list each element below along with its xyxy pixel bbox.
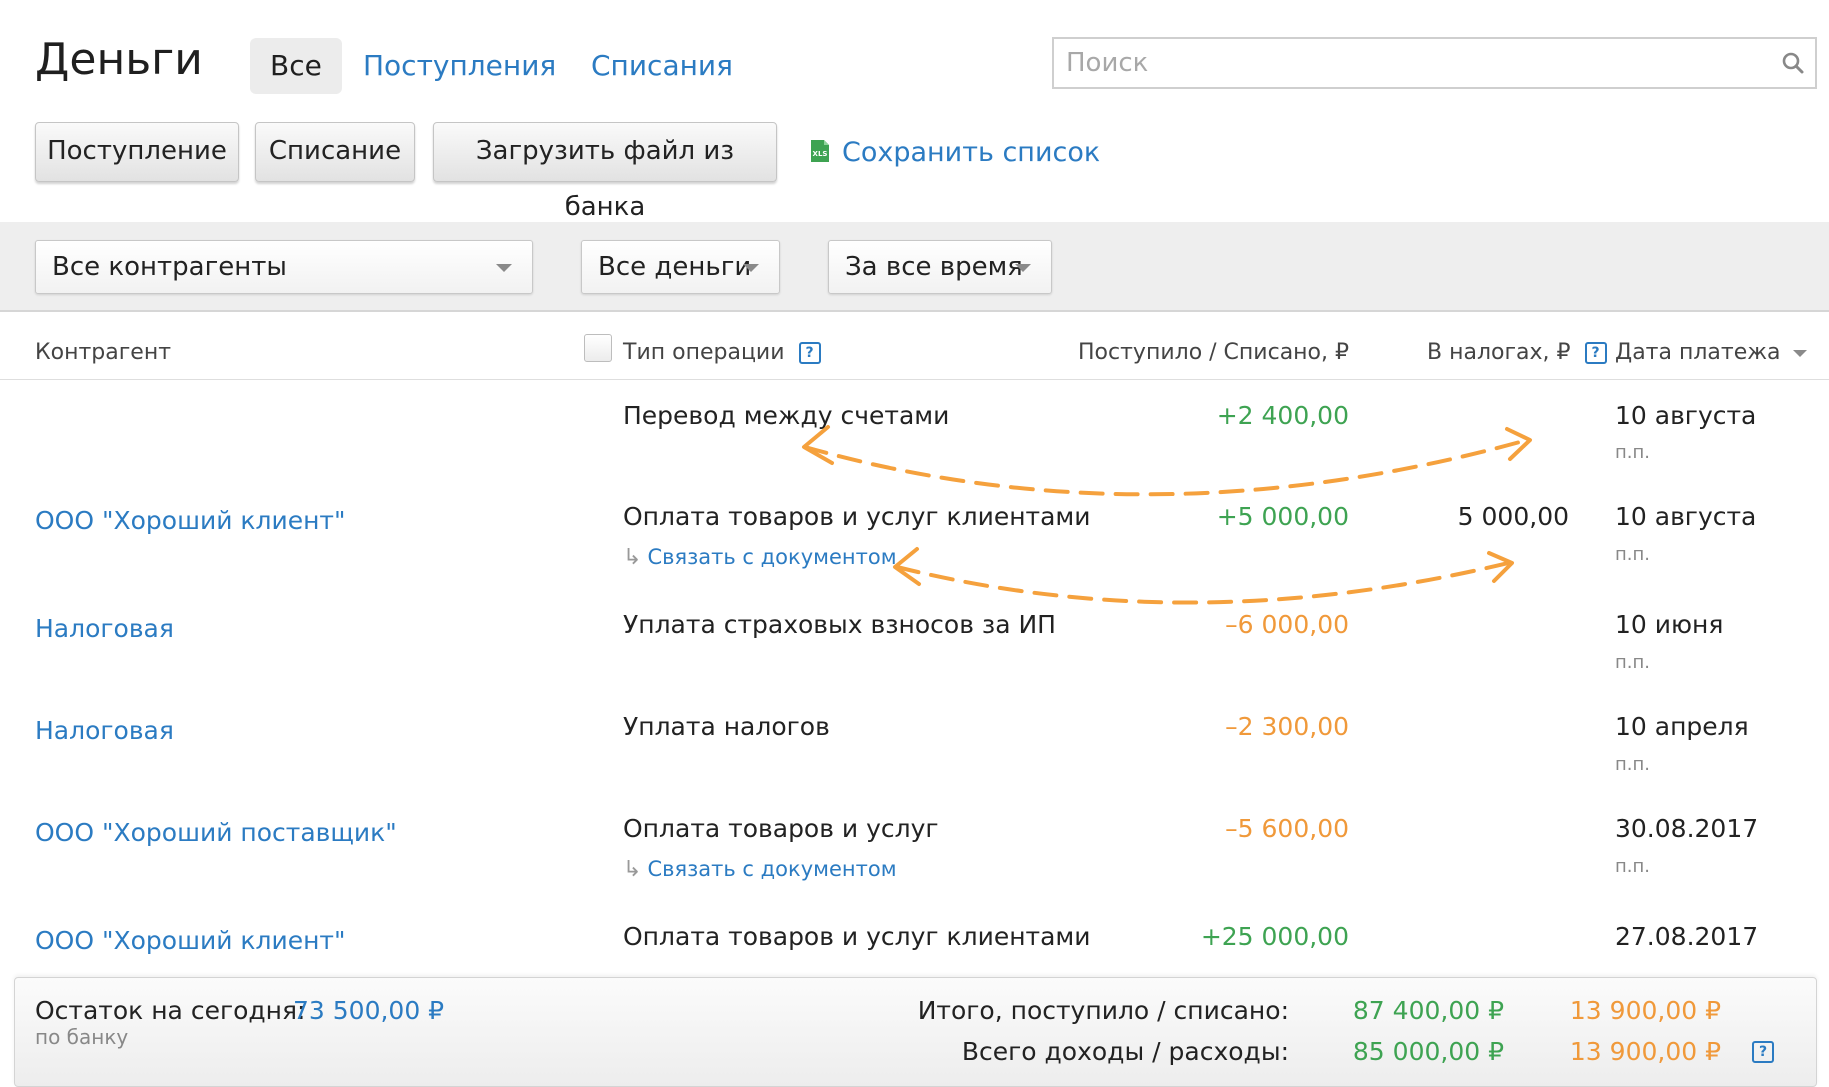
period-filter-value: За все время (845, 252, 1023, 282)
sort-down-icon (1792, 349, 1807, 357)
help-icon[interactable]: ? (1584, 342, 1607, 364)
link-document-label: Связать с документом (647, 545, 897, 569)
counterparty-filter-dropdown[interactable]: Все контрагенты (35, 240, 533, 294)
row-tax: 5 000,00 (1457, 502, 1569, 531)
upload-bank-file-button[interactable]: Загрузить файл из банка (433, 122, 777, 222)
column-header-counterparty: Контрагент (35, 340, 172, 365)
save-list-link[interactable]: XLS Сохранить список (808, 128, 1100, 178)
tab-all[interactable]: Все (250, 38, 342, 94)
tab-income[interactable]: Поступления (363, 38, 556, 94)
svg-text:XLS: XLS (813, 150, 828, 158)
row-type: Перевод между счетами (623, 401, 950, 430)
xls-icon: XLS (811, 139, 829, 162)
select-all-checkbox[interactable] (584, 334, 612, 362)
row-amount: –5 600,00 (1225, 814, 1349, 843)
balance-source: по банку (35, 1025, 129, 1049)
column-header-type: Тип операции? (623, 338, 821, 368)
row-date: 30.08.2017 (1615, 814, 1759, 843)
add-expense-button[interactable]: Списание (255, 122, 415, 182)
row-counterparty-link[interactable]: Налоговая (35, 613, 174, 645)
row-type: Уплата страховых взносов за ИП (623, 610, 1056, 639)
row-amount: –6 000,00 (1225, 610, 1349, 639)
search-input[interactable] (1054, 39, 1766, 87)
row-type: Оплата товаров и услуг клиентами (623, 922, 1091, 951)
row-date: 10 августа (1615, 502, 1757, 531)
money-filter-dropdown[interactable]: Все деньги (581, 240, 780, 294)
row-date: 10 апреля (1615, 712, 1749, 741)
tab-expense[interactable]: Списания (591, 38, 733, 94)
chevron-down-icon (1015, 264, 1031, 272)
row-doc-type: п.п. (1615, 856, 1650, 877)
row-type: Уплата налогов (623, 712, 830, 741)
link-document-label: Связать с документом (647, 857, 897, 881)
column-header-date[interactable]: Дата платежа (1615, 338, 1807, 368)
link-document-link[interactable]: ↳ Связать с документом (623, 545, 897, 570)
row-counterparty-link[interactable]: Налоговая (35, 715, 174, 747)
row-date: 27.08.2017 (1615, 922, 1759, 951)
counterparty-filter-value: Все контрагенты (52, 252, 287, 282)
chevron-down-icon (496, 264, 512, 272)
row-doc-type: п.п. (1615, 442, 1650, 463)
row-date: 10 августа (1615, 401, 1757, 430)
summary-footer (14, 977, 1817, 1087)
totals-in-value: 87 400,00 ₽ (1352, 996, 1504, 1025)
column-header-amount: Поступило / Списано, ₽ (1078, 340, 1349, 365)
column-header-tax: В налогах, ₽? (1427, 338, 1607, 368)
row-amount: +25 000,00 (1200, 922, 1349, 951)
page-title: Деньги (35, 34, 203, 85)
row-counterparty-link[interactable]: ООО "Хороший поставщик" (35, 817, 397, 849)
search-icon[interactable] (1781, 51, 1805, 75)
chevron-down-icon (743, 264, 759, 272)
column-header-date-label: Дата платежа (1615, 340, 1781, 365)
row-doc-type: п.п. (1615, 754, 1650, 775)
row-type: Оплата товаров и услуг клиентами (623, 502, 1091, 531)
totals-label: Итого, поступило / списано: (917, 996, 1289, 1025)
return-arrow-icon: ↳ (623, 545, 642, 570)
save-list-label: Сохранить список (842, 137, 1101, 168)
period-filter-dropdown[interactable]: За все время (828, 240, 1052, 294)
header-divider (0, 379, 1829, 380)
link-document-link[interactable]: ↳ Связать с документом (623, 857, 897, 882)
help-icon[interactable]: ? (798, 342, 821, 364)
column-header-tax-label: В налогах, ₽ (1427, 340, 1571, 365)
help-icon[interactable]: ? (1752, 1041, 1774, 1063)
money-filter-value: Все деньги (598, 252, 752, 282)
row-counterparty-link[interactable]: ООО "Хороший клиент" (35, 505, 346, 537)
expense-value: 13 900,00 ₽ (1569, 1037, 1721, 1066)
income-expense-label: Всего доходы / расходы: (961, 1037, 1289, 1066)
income-value: 85 000,00 ₽ (1352, 1037, 1504, 1066)
row-doc-type: п.п. (1615, 652, 1650, 673)
row-counterparty-link[interactable]: ООО "Хороший клиент" (35, 925, 346, 957)
row-amount: –2 300,00 (1225, 712, 1349, 741)
totals-out-value: 13 900,00 ₽ (1569, 996, 1721, 1025)
row-doc-type: п.п. (1615, 544, 1650, 565)
row-date: 10 июня (1615, 610, 1724, 639)
balance-value: 73 500,00 ₽ (293, 996, 445, 1025)
row-amount: +5 000,00 (1216, 502, 1349, 531)
row-amount: +2 400,00 (1216, 401, 1349, 430)
row-type: Оплата товаров и услуг (623, 814, 939, 843)
return-arrow-icon: ↳ (623, 857, 642, 882)
search-box (1052, 37, 1817, 89)
balance-label: Остаток на сегодня: (35, 996, 306, 1025)
column-header-type-label: Тип операции (623, 340, 785, 365)
add-income-button[interactable]: Поступление (35, 122, 239, 182)
